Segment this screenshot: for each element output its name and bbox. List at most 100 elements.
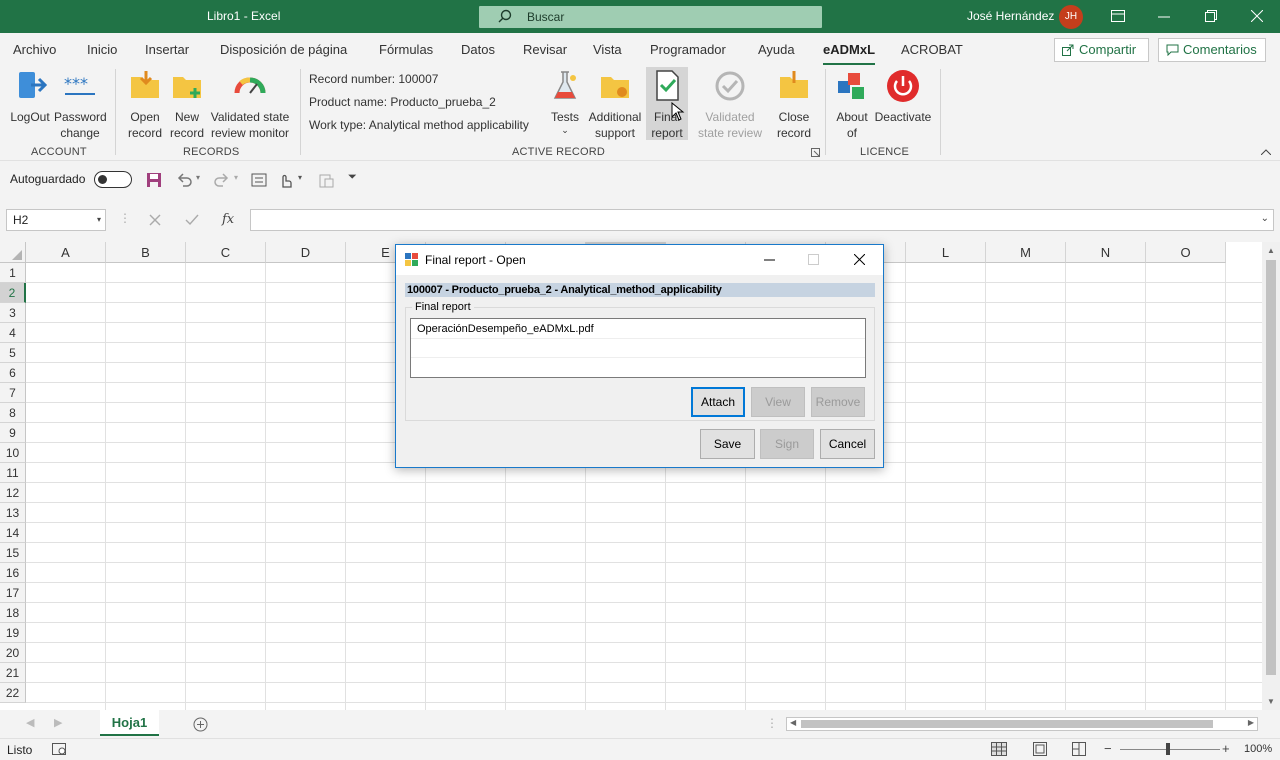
row-header[interactable]: 14 <box>0 523 26 543</box>
row-header[interactable]: 12 <box>0 483 26 503</box>
sheet-tab-hoja1[interactable]: Hoja1 <box>100 710 159 736</box>
deactivate-button[interactable]: Deactivate <box>872 69 934 125</box>
view-button[interactable]: View <box>751 387 805 417</box>
tab-ayuda[interactable]: Ayuda <box>758 42 795 57</box>
password-change-button[interactable]: *** Password change <box>54 69 107 141</box>
file-list-item[interactable]: OperaciónDesempeño_eADMxL.pdf <box>417 323 594 335</box>
zoom-level[interactable]: 100% <box>1244 743 1272 755</box>
zoom-slider-thumb[interactable] <box>1166 743 1170 755</box>
close-record-button[interactable]: Close record <box>772 69 816 141</box>
attach-button[interactable]: Attach <box>691 387 745 417</box>
row-header[interactable]: 8 <box>0 403 26 423</box>
prev-sheet-icon[interactable]: ◀ <box>26 716 34 729</box>
row-header[interactable]: 18 <box>0 603 26 623</box>
h-scroll-thumb[interactable] <box>801 720 1213 728</box>
row-header[interactable]: 3 <box>0 303 26 323</box>
tab-disposicion[interactable]: Disposición de página <box>220 42 347 57</box>
tab-programador[interactable]: Programador <box>650 42 726 57</box>
cancel-button[interactable]: Cancel <box>820 429 875 459</box>
tab-acrobat[interactable]: ACROBAT <box>901 42 963 57</box>
paste-icon[interactable] <box>318 172 334 188</box>
zoom-out-icon[interactable]: − <box>1104 741 1112 756</box>
sign-button[interactable]: Sign <box>760 429 814 459</box>
collapse-ribbon-icon[interactable] <box>1261 149 1271 155</box>
row-header[interactable]: 4 <box>0 323 26 343</box>
row-header[interactable]: 19 <box>0 623 26 643</box>
search-box[interactable]: Buscar <box>479 6 822 28</box>
column-header[interactable]: L <box>906 242 986 263</box>
row-header[interactable]: 15 <box>0 543 26 563</box>
file-list[interactable]: OperaciónDesempeño_eADMxL.pdf <box>410 318 866 378</box>
scroll-thumb[interactable] <box>1266 260 1276 675</box>
row-header[interactable]: 17 <box>0 583 26 603</box>
tests-button[interactable]: Tests ⌄ <box>546 69 584 135</box>
column-header[interactable]: N <box>1066 242 1146 263</box>
tab-formulas[interactable]: Fórmulas <box>379 42 433 57</box>
macro-record-icon[interactable] <box>52 743 66 755</box>
formula-input[interactable]: ⌄ <box>250 209 1274 231</box>
column-header[interactable]: B <box>106 242 186 263</box>
row-header[interactable]: 13 <box>0 503 26 523</box>
page-break-view-icon[interactable] <box>1072 742 1086 756</box>
row-header[interactable]: 11 <box>0 463 26 483</box>
open-record-button[interactable]: Open record <box>124 69 166 141</box>
name-box[interactable]: H2 ▾ <box>6 209 106 231</box>
dialog-launcher-icon[interactable] <box>811 148 820 157</box>
scroll-down-icon[interactable]: ▼ <box>1267 697 1275 706</box>
dialog-title-bar[interactable]: Final report - Open <box>396 245 883 275</box>
logout-button[interactable]: LogOut <box>6 69 54 125</box>
insert-function-icon[interactable]: fx <box>222 212 234 227</box>
remove-button[interactable]: Remove <box>811 387 865 417</box>
tab-revisar[interactable]: Revisar <box>523 42 567 57</box>
autosave-toggle[interactable] <box>94 171 132 188</box>
touch-dropdown-icon[interactable]: ▾ <box>298 173 302 182</box>
validated-state-review-button[interactable]: Validated state review <box>694 69 766 141</box>
cancel-entry-icon[interactable] <box>149 214 161 226</box>
horizontal-scrollbar[interactable]: ◀ ▶ <box>786 717 1258 731</box>
next-sheet-icon[interactable]: ▶ <box>54 716 62 729</box>
undo-dropdown-icon[interactable]: ▾ <box>196 173 200 182</box>
redo-icon[interactable] <box>214 172 230 188</box>
form-icon[interactable] <box>251 172 267 188</box>
row-header[interactable]: 20 <box>0 643 26 663</box>
vertical-scrollbar[interactable]: ▲ ▼ <box>1262 242 1280 710</box>
share-button[interactable]: Compartir <box>1054 38 1149 62</box>
ribbon-display-icon[interactable] <box>1111 10 1125 22</box>
dialog-minimize-icon[interactable] <box>764 259 775 261</box>
customize-qat-icon[interactable]: ⏷ <box>348 171 357 184</box>
undo-icon[interactable] <box>176 172 192 188</box>
tab-split-handle[interactable]: ⋮ <box>766 716 778 730</box>
scroll-up-icon[interactable]: ▲ <box>1267 246 1275 255</box>
add-sheet-icon[interactable] <box>193 717 208 732</box>
redo-dropdown-icon[interactable]: ▾ <box>234 173 238 182</box>
row-header[interactable]: 9 <box>0 423 26 443</box>
tab-datos[interactable]: Datos <box>461 42 495 57</box>
additional-support-button[interactable]: Additional support <box>586 69 644 141</box>
row-header[interactable]: 7 <box>0 383 26 403</box>
expand-formula-icon[interactable]: ⌄ <box>1261 213 1269 224</box>
restore-icon[interactable] <box>1205 10 1217 22</box>
confirm-entry-icon[interactable] <box>185 214 199 226</box>
row-header[interactable]: 22 <box>0 683 26 703</box>
name-box-dropdown-icon[interactable]: ▾ <box>97 210 101 230</box>
zoom-slider-track[interactable] <box>1120 749 1220 750</box>
scroll-right-icon[interactable]: ▶ <box>1248 718 1254 727</box>
row-header[interactable]: 16 <box>0 563 26 583</box>
save-icon[interactable] <box>146 172 162 188</box>
column-header[interactable]: A <box>26 242 106 263</box>
close-window-icon[interactable] <box>1251 10 1263 22</box>
row-header[interactable]: 6 <box>0 363 26 383</box>
row-header[interactable]: 21 <box>0 663 26 683</box>
new-record-button[interactable]: New record <box>166 69 208 141</box>
tab-archivo[interactable]: Archivo <box>13 42 56 57</box>
tab-insertar[interactable]: Insertar <box>145 42 189 57</box>
normal-view-icon[interactable] <box>991 742 1007 756</box>
row-header[interactable]: 2 <box>0 283 26 303</box>
select-all-corner[interactable] <box>0 242 26 263</box>
column-header[interactable]: O <box>1146 242 1226 263</box>
save-button[interactable]: Save <box>700 429 755 459</box>
row-header[interactable]: 1 <box>0 263 26 283</box>
comments-button[interactable]: Comentarios <box>1158 38 1266 62</box>
column-header[interactable]: D <box>266 242 346 263</box>
scroll-left-icon[interactable]: ◀ <box>790 718 796 727</box>
